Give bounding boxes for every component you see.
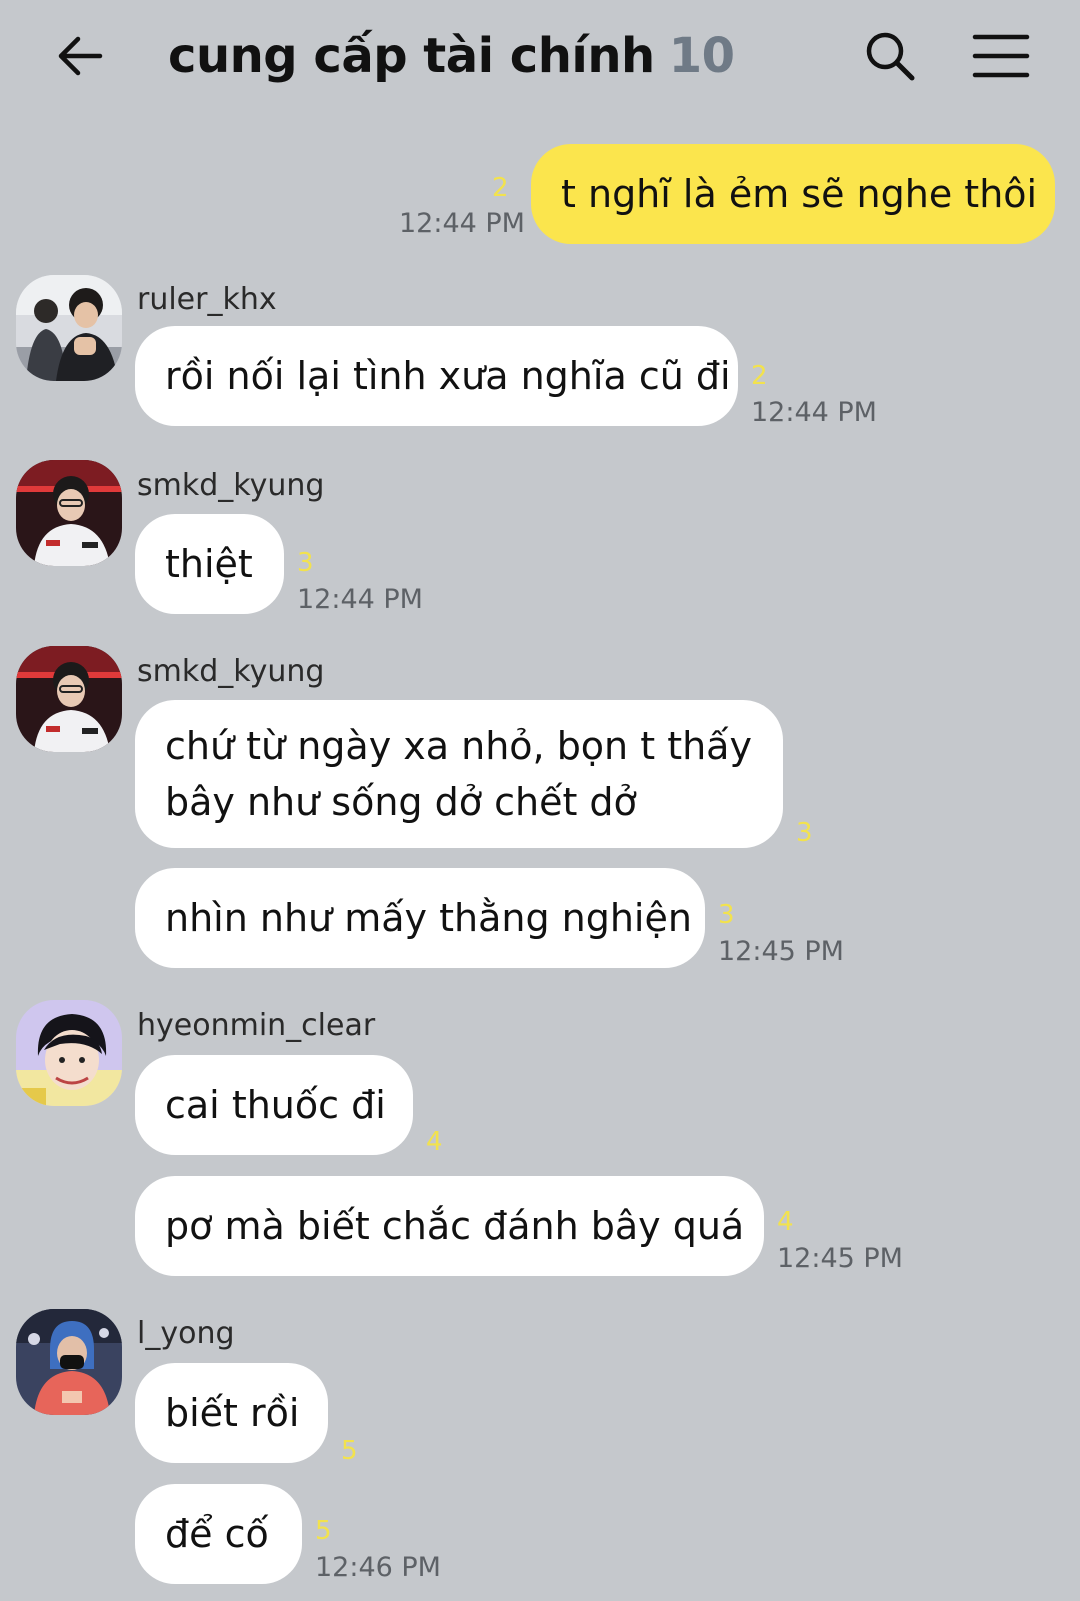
message-bubble[interactable]: biết rồi xyxy=(135,1363,328,1463)
unread-count: 3 xyxy=(297,548,314,578)
message-time: 12:45 PM xyxy=(777,1243,903,1274)
message-time: 12:46 PM xyxy=(315,1552,441,1583)
unread-count: 3 xyxy=(796,818,813,848)
unread-count: 3 xyxy=(718,900,735,930)
message-bubble[interactable]: để cố xyxy=(135,1484,302,1584)
message-bubble[interactable]: pơ mà biết chắc đánh bây quá xyxy=(135,1176,764,1276)
message-bubble[interactable]: rồi nối lại tình xưa nghĩa cũ đi xyxy=(135,326,738,426)
message-bubble[interactable]: thiệt xyxy=(135,514,284,614)
chat-title: cung cấp tài chính 10 xyxy=(168,22,735,90)
hamburger-menu-icon xyxy=(972,34,1030,78)
avatar[interactable] xyxy=(16,646,122,752)
unread-count: 4 xyxy=(426,1127,443,1157)
message-time: 12:45 PM xyxy=(718,936,844,967)
message-time: 12:44 PM xyxy=(297,584,423,615)
unread-count: 2 xyxy=(751,361,768,391)
message-time: 12:44 PM xyxy=(751,397,877,428)
back-button[interactable] xyxy=(52,28,108,84)
unread-count: 4 xyxy=(777,1207,794,1237)
sender-name: smkd_kyung xyxy=(137,654,325,689)
sender-name: ruler_khx xyxy=(137,282,277,317)
unread-count: 5 xyxy=(315,1516,332,1546)
message-bubble[interactable]: nhìn như mấy thằng nghiện xyxy=(135,868,705,968)
avatar[interactable] xyxy=(16,460,122,566)
unread-count: 5 xyxy=(341,1436,358,1466)
avatar[interactable] xyxy=(16,1000,122,1106)
message-time: 12:44 PM xyxy=(399,208,525,239)
chat-header: cung cấp tài chính 10 xyxy=(0,0,1080,112)
avatar[interactable] xyxy=(16,1309,122,1415)
member-count: 10 xyxy=(668,28,735,84)
search-icon xyxy=(866,32,915,81)
unread-count: 2 xyxy=(492,173,509,203)
avatar-image xyxy=(16,1000,122,1106)
search-button[interactable] xyxy=(860,26,920,86)
message-bubble[interactable]: t nghĩ là ẻm sẽ nghe thôi xyxy=(531,144,1055,244)
sender-name: smkd_kyung xyxy=(137,468,325,503)
avatar-image xyxy=(16,460,122,566)
avatar[interactable] xyxy=(16,275,122,381)
chat-room-name: cung cấp tài chính xyxy=(168,28,655,84)
avatar-image xyxy=(16,646,122,752)
avatar-image xyxy=(16,1309,122,1415)
sender-name: l_yong xyxy=(137,1316,235,1351)
message-bubble[interactable]: chứ từ ngày xa nhỏ, bọn t thấy bây như s… xyxy=(135,700,783,848)
avatar-image xyxy=(16,275,122,381)
sender-name: hyeonmin_clear xyxy=(137,1008,376,1043)
menu-button[interactable] xyxy=(970,26,1032,86)
back-arrow-icon xyxy=(58,36,103,76)
message-bubble[interactable]: cai thuốc đi xyxy=(135,1055,413,1155)
